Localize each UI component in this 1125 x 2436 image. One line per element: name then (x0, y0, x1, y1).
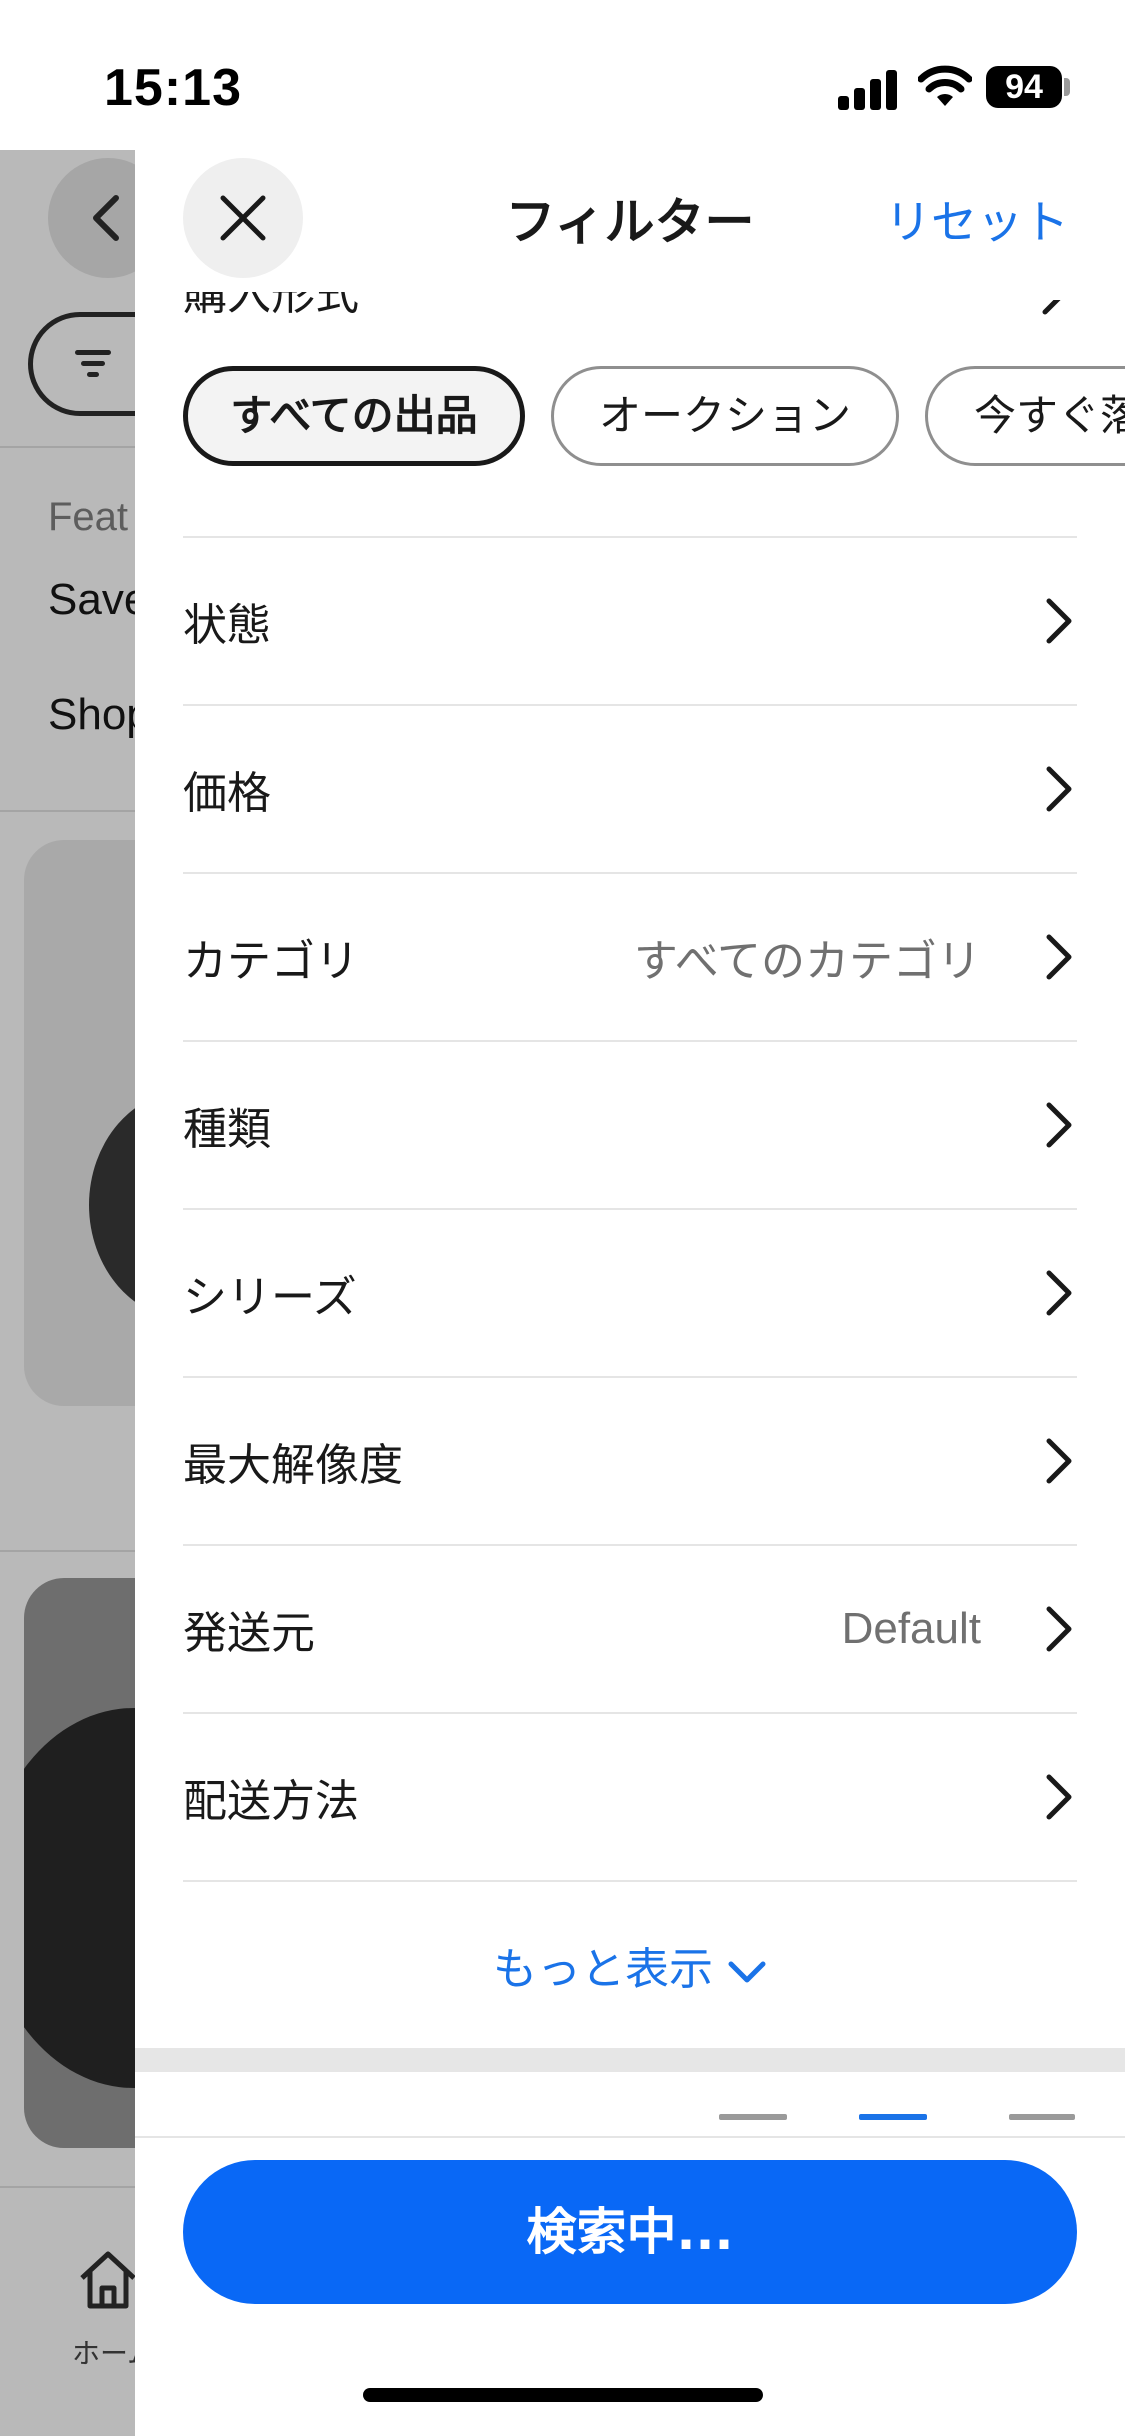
status-time: 15:13 (104, 59, 242, 117)
filter-row-shipping-method[interactable]: 配送方法 (183, 1712, 1077, 1880)
status-bar: 15:13 94 (0, 0, 1125, 150)
chevron-right-icon (1046, 1606, 1072, 1652)
battery-tip (1064, 78, 1070, 96)
show-more-row: もっと表示 (183, 1880, 1077, 2048)
row-label: カテゴリ (183, 936, 359, 987)
chevron-right-icon (1046, 934, 1072, 980)
row-label: 最大解像度 (183, 1440, 403, 1491)
row-label: シリーズ (183, 1272, 357, 1323)
row-label: 価格 (183, 768, 271, 819)
chip-all-listings[interactable]: すべての出品 (183, 366, 525, 466)
row-value: Default (841, 1604, 981, 1653)
filter-row-series[interactable]: シリーズ (183, 1208, 1077, 1376)
battery-icon: 94 (986, 66, 1062, 108)
wifi-icon (918, 65, 972, 106)
grid-view-icon[interactable] (719, 2114, 787, 2120)
row-label: 種類 (183, 1104, 271, 1155)
chevron-down-icon (728, 1961, 766, 1983)
chevron-right-icon (1046, 1102, 1072, 1148)
row-label: 発送元 (183, 1608, 315, 1659)
gallery-view-icon[interactable] (1009, 2114, 1075, 2120)
list-view-icon[interactable] (859, 2114, 927, 2120)
home-indicator (363, 2388, 763, 2402)
cellular-signal-icon (838, 66, 900, 110)
background-featured-label: Feat (48, 495, 129, 539)
filter-row-ships-from[interactable]: 発送元 Default (183, 1544, 1077, 1712)
filter-row-condition[interactable]: 状態 (183, 536, 1077, 704)
chip-buy-it-now[interactable]: 今すぐ落 (925, 366, 1125, 466)
filter-icon (75, 350, 111, 377)
show-more-button[interactable]: もっと表示 (183, 1933, 1077, 1997)
chevron-right-icon (1046, 598, 1072, 644)
view-toggle-icons (135, 2072, 1125, 2132)
bottom-action-bar: 検索中... (135, 2136, 1125, 2436)
filter-row-category[interactable]: カテゴリ すべてのカテゴリ (183, 872, 1077, 1040)
chevron-right-icon (1046, 1270, 1072, 1316)
chevron-right-icon (1046, 1774, 1072, 1820)
row-label: 配送方法 (183, 1776, 359, 1827)
row-label: 状態 (183, 600, 271, 651)
chip-auction[interactable]: オークション (551, 366, 899, 466)
search-button[interactable]: 検索中... (183, 2160, 1077, 2304)
reset-button[interactable]: リセット (885, 186, 1069, 252)
chevron-right-icon (1041, 268, 1069, 316)
filter-panel: 購入形式 フィルター リセット すべての出品 オークション 今すぐ落 状態 価格… (135, 150, 1125, 2436)
chevron-right-icon (1046, 766, 1072, 812)
background-promo-text: Save at $8 (48, 575, 138, 624)
show-more-label: もっと表示 (493, 1944, 713, 1995)
filter-row-max-resolution[interactable]: 最大解像度 (183, 1376, 1077, 1544)
section-separator (135, 2048, 1125, 2072)
filter-row-type[interactable]: 種類 (183, 1040, 1077, 1208)
filter-row-price[interactable]: 価格 (183, 704, 1077, 872)
home-icon[interactable] (76, 2248, 140, 2312)
chevron-left-icon (93, 195, 119, 241)
chevron-right-icon (1046, 1438, 1072, 1484)
row-value: すべてのカテゴリ (633, 936, 981, 987)
